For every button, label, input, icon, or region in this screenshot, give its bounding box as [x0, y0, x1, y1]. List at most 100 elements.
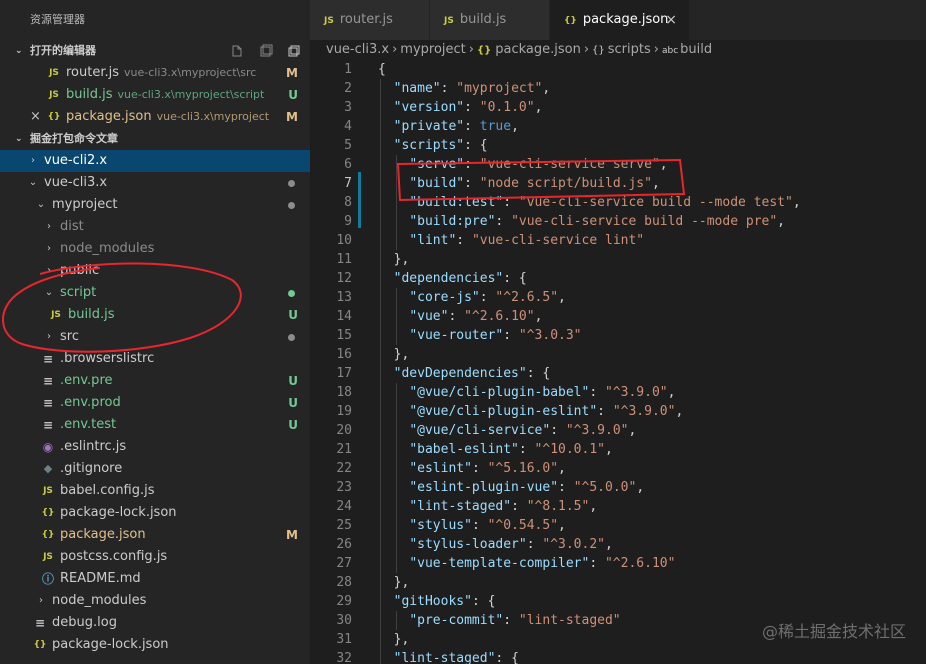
line-number: 20: [336, 423, 352, 438]
line-number: 15: [336, 328, 352, 343]
tree-item-public[interactable]: › public: [0, 260, 310, 282]
code-line[interactable]: 18 "@vue/cli-plugin-babel": "^3.9.0",: [310, 383, 926, 402]
tree-item-env-pre[interactable]: ≡ .env.pre U: [0, 370, 310, 392]
editor-tabs: JS router.js JS build.js {} package.json ×: [310, 0, 926, 40]
code-line[interactable]: 14 "vue": "^2.6.10",: [310, 307, 926, 326]
line-number: 23: [336, 480, 352, 495]
code-line[interactable]: 23 "eslint-plugin-vue": "^5.0.0",: [310, 478, 926, 497]
close-all-editors-icon[interactable]: [286, 43, 302, 59]
tree-item-vue-cli2[interactable]: › vue-cli2.x: [0, 150, 310, 172]
code-line[interactable]: 16 },: [310, 345, 926, 364]
code-text: "pre-commit": "lint-staged": [409, 613, 621, 628]
code-line[interactable]: 17 "devDependencies": {: [310, 364, 926, 383]
tree-item-browserslistrc[interactable]: ≡ .browserslistrc: [0, 348, 310, 370]
breadcrumb-item[interactable]: build: [680, 42, 712, 57]
tree-item-script[interactable]: ⌄ script: [0, 282, 310, 304]
tab-build-js[interactable]: JS build.js: [430, 0, 550, 40]
git-status-badge: M: [286, 528, 298, 542]
breadcrumb-item[interactable]: package.json: [495, 42, 581, 57]
git-status-badge: U: [288, 396, 298, 410]
tree-item-env-prod[interactable]: ≡ .env.prod U: [0, 392, 310, 414]
tree-item-eslintrc[interactable]: ◉ .eslintrc.js: [0, 436, 310, 458]
code-line[interactable]: 10 "lint": "vue-cli-service lint": [310, 231, 926, 250]
code-line[interactable]: 24 "lint-staged": "^8.1.5",: [310, 497, 926, 516]
tree-item-vue-cli3[interactable]: ⌄ vue-cli3.x: [0, 172, 310, 194]
open-editor-item[interactable]: JS router.js vue-cli3.x\myproject\src M: [0, 62, 310, 84]
code-line[interactable]: 22 "eslint": "^5.16.0",: [310, 459, 926, 478]
open-editors-header[interactable]: ⌄ 打开的编辑器: [0, 40, 310, 62]
code-line[interactable]: 25 "stylus": "^0.54.5",: [310, 516, 926, 535]
code-line[interactable]: 13 "core-js": "^2.6.5",: [310, 288, 926, 307]
code-line[interactable]: 4 "private": true,: [310, 117, 926, 136]
tree-item-gitignore[interactable]: ◆ .gitignore: [0, 458, 310, 480]
breadcrumb-item[interactable]: myproject: [400, 42, 465, 57]
code-line[interactable]: 15 "vue-router": "^3.0.3": [310, 326, 926, 345]
tree-item-build-js[interactable]: JS build.js U: [0, 304, 310, 326]
breadcrumb-item[interactable]: vue-cli3.x: [326, 42, 389, 57]
tree-item-dist[interactable]: › dist: [0, 216, 310, 238]
chevron-down-icon: ⌄: [36, 199, 46, 210]
code-text: "@vue/cli-plugin-babel": "^3.9.0",: [409, 385, 676, 400]
code-line[interactable]: 9 "build:pre": "vue-cli-service build --…: [310, 212, 926, 231]
code-text: "babel-eslint": "^10.0.1",: [409, 442, 613, 457]
tree-item-babel-config[interactable]: JS babel.config.js: [0, 480, 310, 502]
close-icon[interactable]: ×: [30, 106, 41, 128]
tree-item-package-json[interactable]: {} package.json M: [0, 524, 310, 546]
tree-item-label: package-lock.json: [52, 637, 169, 652]
tree-item-debug-log[interactable]: ≡ debug.log: [0, 612, 310, 634]
git-icon: ◆: [43, 462, 53, 475]
code-editor[interactable]: 1{2 "name": "myproject", 3 "version": "0.…: [310, 60, 926, 664]
code-line[interactable]: 3 "version": "0.1.0",: [310, 98, 926, 117]
tree-item-postcss-config[interactable]: JS postcss.config.js: [0, 546, 310, 568]
workspace-header[interactable]: ⌄ 掘金打包命令文章: [0, 128, 310, 150]
json-file-icon: {}: [47, 112, 61, 122]
chevron-right-icon: ›: [468, 42, 474, 57]
code-line[interactable]: 28 },: [310, 573, 926, 592]
line-number: 31: [336, 632, 352, 647]
code-line[interactable]: 12 "dependencies": {: [310, 269, 926, 288]
open-editor-item-active[interactable]: × {} package.json vue-cli3.x\myproject M: [0, 106, 310, 128]
tree-item-package-lock[interactable]: {} package-lock.json: [0, 502, 310, 524]
code-line[interactable]: 19 "@vue/cli-plugin-eslint": "^3.9.0",: [310, 402, 926, 421]
code-line[interactable]: 27 "vue-template-compiler": "^2.6.10": [310, 554, 926, 573]
indent-guide: [396, 155, 397, 250]
tree-item-package-lock-root[interactable]: {} package-lock.json: [0, 634, 310, 656]
line-number: 25: [336, 518, 352, 533]
line-number: 1: [344, 62, 352, 77]
tree-item-env-test[interactable]: ≡ .env.test U: [0, 414, 310, 436]
tab-router-js[interactable]: JS router.js: [310, 0, 430, 40]
modified-dot-icon: [288, 334, 295, 341]
js-file-icon: JS: [43, 552, 53, 562]
tree-item-node-modules-root[interactable]: › node_modules: [0, 590, 310, 612]
close-icon[interactable]: ×: [665, 0, 677, 40]
line-number: 29: [336, 594, 352, 609]
tree-item-src[interactable]: › src: [0, 326, 310, 348]
indent-guide: [396, 288, 397, 345]
code-text: {: [378, 62, 386, 77]
line-number: 14: [336, 309, 352, 324]
tree-item-myproject[interactable]: ⌄ myproject: [0, 194, 310, 216]
git-status-badge: U: [288, 308, 298, 322]
breadcrumb-item[interactable]: scripts: [608, 42, 651, 57]
code-line[interactable]: 20 "@vue/cli-service": "^3.9.0",: [310, 421, 926, 440]
save-all-icon[interactable]: [258, 43, 274, 59]
code-line[interactable]: 21 "babel-eslint": "^10.0.1",: [310, 440, 926, 459]
code-line[interactable]: 8 "build:test": "vue-cli-service build -…: [310, 193, 926, 212]
code-line[interactable]: 6 "serve": "vue-cli-service serve",: [310, 155, 926, 174]
tree-item-readme[interactable]: ⓘ README.md: [0, 568, 310, 590]
tab-package-json[interactable]: {} package.json ×: [550, 0, 690, 40]
code-line[interactable]: 5 "scripts": {: [310, 136, 926, 155]
line-number: 27: [336, 556, 352, 571]
code-line[interactable]: 32 "lint-staged": {: [310, 649, 926, 664]
code-line[interactable]: 1{: [310, 60, 926, 79]
code-text: "eslint": "^5.16.0",: [409, 461, 566, 476]
code-line[interactable]: 26 "stylus-loader": "^3.0.2",: [310, 535, 926, 554]
code-line[interactable]: 2 "name": "myproject",: [310, 79, 926, 98]
tree-item-node-modules[interactable]: › node_modules: [0, 238, 310, 260]
code-line[interactable]: 7 "build": "node script/build.js",: [310, 174, 926, 193]
new-untitled-file-icon[interactable]: [230, 43, 246, 59]
tree-item-label: .eslintrc.js: [60, 439, 127, 454]
code-line[interactable]: 29 "gitHooks": {: [310, 592, 926, 611]
open-editor-item[interactable]: JS build.js vue-cli3.x\myproject\script U: [0, 84, 310, 106]
code-line[interactable]: 11 },: [310, 250, 926, 269]
